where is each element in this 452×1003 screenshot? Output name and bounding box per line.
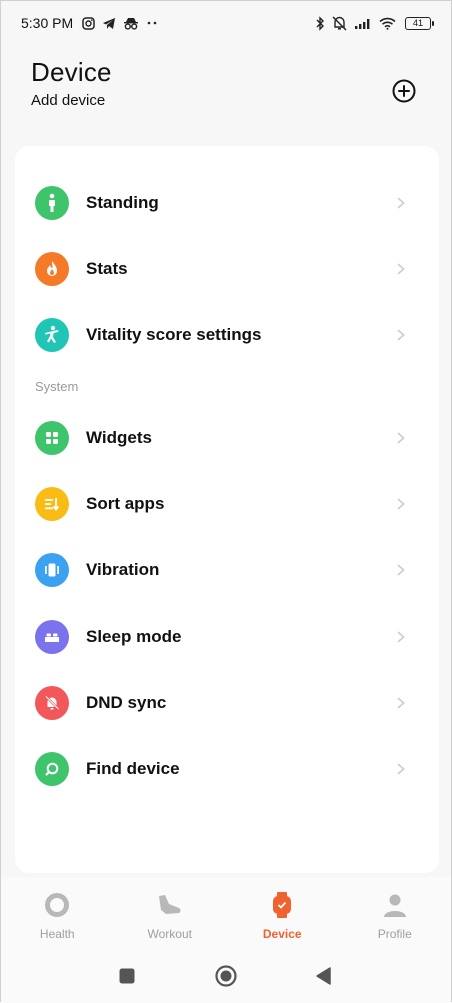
page-title: Device [31,57,112,87]
settings-card: Standing Stats Vitality score settings S… [15,146,439,873]
shoe-icon [156,891,184,919]
battery-icon: 41 [405,16,434,30]
chevron-right-icon [397,697,405,709]
ring-icon [43,891,71,919]
recent-apps-button[interactable] [118,967,136,990]
bell-off-icon [35,686,69,720]
search-icon [35,752,69,786]
menu-item-label: Sleep mode [86,627,182,646]
square-icon [119,968,135,984]
signal-icon [354,17,372,30]
battery-level: 41 [412,18,423,28]
vitality-icon [35,318,69,352]
bottom-tab-bar: Health Workout Device Profile [1,877,451,947]
bluetooth-icon [315,15,325,31]
add-device-button[interactable] [391,78,417,104]
menu-item-label: Stats [86,259,128,278]
menu-item-standing[interactable]: Standing [15,178,439,228]
chevron-right-icon [397,763,405,775]
chevron-right-icon [397,564,405,576]
back-button[interactable] [315,966,333,991]
status-time: 5:30 PM [21,15,74,31]
menu-item-dnd-sync[interactable]: DND sync [15,678,439,728]
menu-item-label: DND sync [86,693,167,712]
sort-icon [35,487,69,521]
mute-icon [332,16,347,31]
tab-label: Device [262,927,302,941]
menu-item-label: Find device [86,759,180,778]
grid-icon [35,421,69,455]
chevron-right-icon [397,263,405,275]
menu-item-label: Vibration [86,560,160,579]
tab-profile[interactable]: Profile [339,877,452,947]
chevron-right-icon [397,329,405,341]
tab-device[interactable]: Device [226,877,339,947]
section-header-system: System [35,379,79,394]
bed-icon [35,620,69,654]
menu-item-sleep-mode[interactable]: Sleep mode [15,612,439,662]
person-standing-icon [35,186,69,220]
plus-circle-icon [392,79,416,103]
tab-label: Workout [147,927,192,941]
status-bar: 5:30 PM 41 [1,1,451,45]
chevron-right-icon [397,631,405,643]
menu-item-label: Standing [86,193,159,212]
page-header: Device Add device [31,57,112,109]
watch-icon [268,891,296,919]
flame-icon [35,252,69,286]
menu-item-stats[interactable]: Stats [15,244,439,294]
menu-item-label: Sort apps [86,494,165,513]
incognito-icon [123,17,139,30]
menu-item-sort-apps[interactable]: Sort apps [15,479,439,529]
menu-item-vitality-score-settings[interactable]: Vitality score settings [15,310,439,360]
menu-item-widgets[interactable]: Widgets [15,413,439,463]
menu-item-vibration[interactable]: Vibration [15,545,439,595]
tab-label: Health [39,927,75,941]
chevron-right-icon [397,432,405,444]
more-dots-icon [146,20,158,26]
menu-item-label: Widgets [86,428,152,447]
chevron-right-icon [397,498,405,510]
person-icon [381,891,409,919]
back-triangle-icon [316,967,331,985]
system-nav-bar [1,947,451,1003]
menu-item-find-device[interactable]: Find device [15,744,439,794]
add-device-link[interactable]: Add device [31,92,112,109]
tab-health[interactable]: Health [1,877,114,947]
wifi-icon [379,17,396,30]
tab-workout[interactable]: Workout [114,877,227,947]
vibration-icon [35,553,69,587]
home-button[interactable] [214,964,238,993]
tab-label: Profile [377,927,412,941]
chevron-right-icon [397,197,405,209]
home-circle-icon [215,965,237,987]
instagram-icon [82,16,95,30]
telegram-icon [102,17,116,30]
menu-item-label: Vitality score settings [86,325,262,344]
